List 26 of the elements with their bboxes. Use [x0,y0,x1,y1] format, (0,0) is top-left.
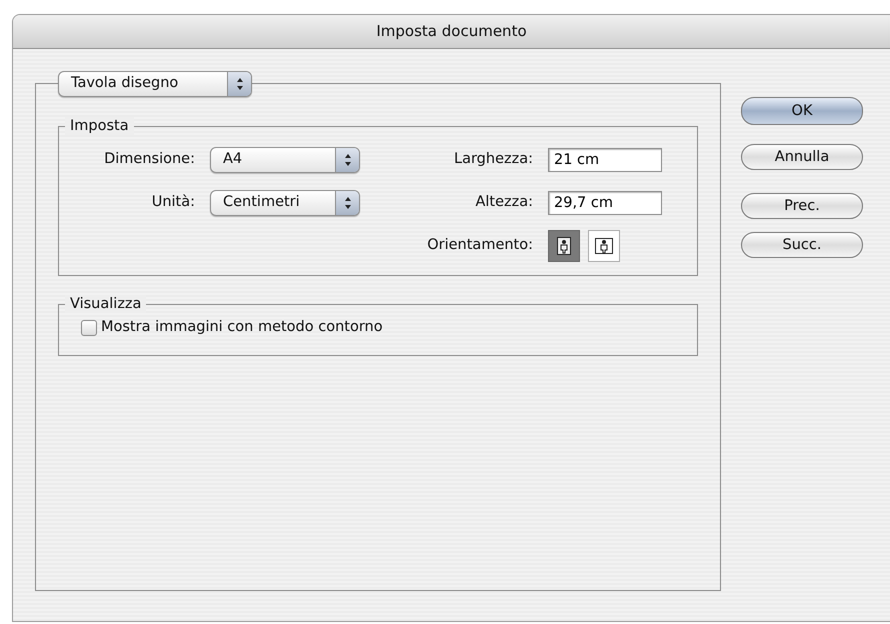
checkbox-label: Mostra immagini con metodo contorno [101,318,383,337]
stepper-arrows-icon [236,77,244,91]
portrait-button[interactable] [548,230,580,262]
dialog-button[interactable]: Succ. [741,232,863,258]
dialog-button[interactable]: Annulla [741,144,863,170]
units-popup[interactable]: Centimetri [210,190,360,216]
dialog-button[interactable]: OK [741,97,863,125]
portrait-page-icon [557,237,571,255]
window-title: Imposta documento [376,21,527,42]
height-field[interactable]: 29,7 cm [548,191,662,215]
field-label: Altezza: [474,193,533,212]
stepper-arrows-icon [344,153,352,167]
field-label: Larghezza: [453,150,533,170]
landscape-button[interactable] [588,230,620,262]
group-legend: Visualizza [65,295,146,313]
field-label: Dimensione: [103,150,195,170]
group-legend: Imposta [65,117,134,135]
stepper-arrows-icon [344,196,352,210]
field-label: Orientamento: [426,236,533,256]
field-label: Unità: [150,193,195,212]
landscape-page-icon [595,238,613,254]
width-field[interactable]: 21 cm [548,148,662,172]
section-popup[interactable]: Tavola disegno [58,71,252,97]
dialog-button[interactable]: Prec. [741,193,863,219]
checkbox[interactable] [81,320,97,336]
dimension-popup[interactable]: A4 [210,147,360,173]
